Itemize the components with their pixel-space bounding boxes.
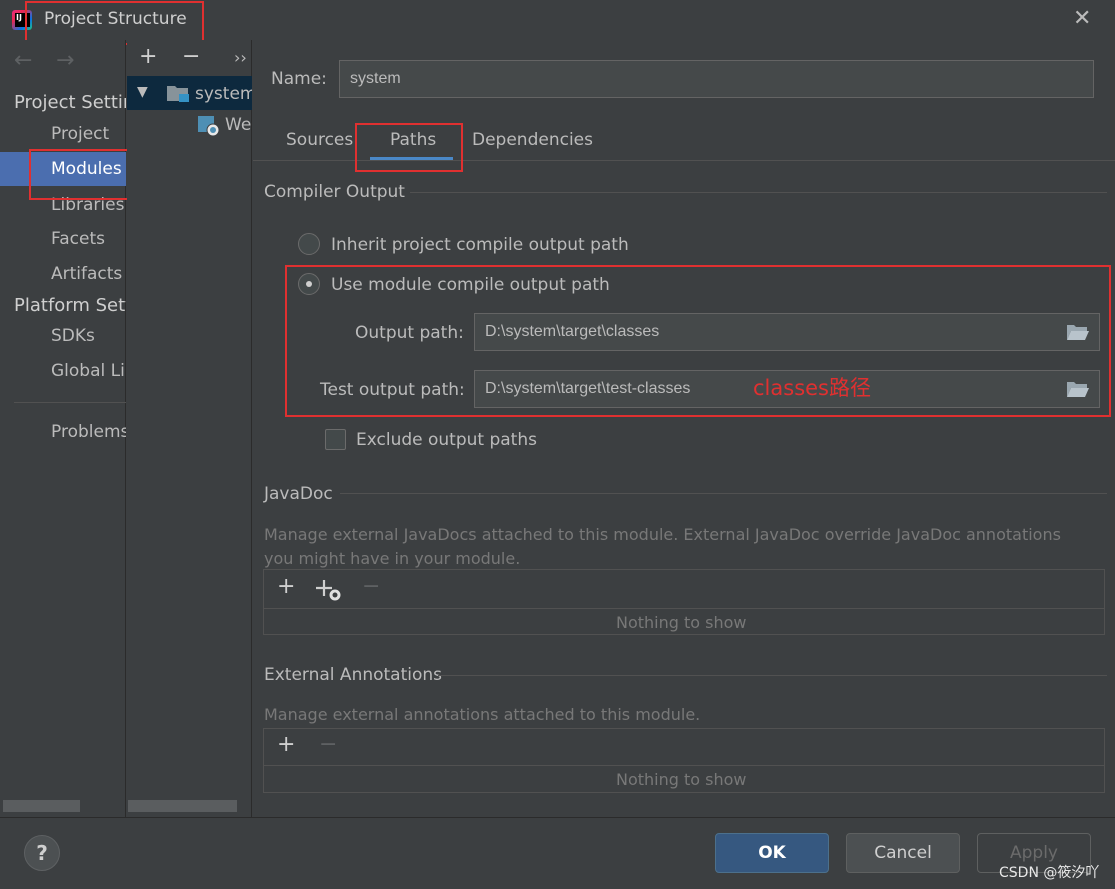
left-nav-scrollbar[interactable]	[3, 800, 80, 812]
compiler-output-separator	[410, 192, 1107, 193]
tab-sources[interactable]: Sources	[286, 130, 353, 150]
external-annotations-separator	[438, 675, 1107, 676]
platform-settings-header: Platform Settings	[14, 295, 126, 316]
remove-annotation-button[interactable]: −	[319, 732, 337, 757]
more-actions-icon[interactable]: ››	[234, 48, 247, 67]
back-arrow-icon[interactable]: ←	[14, 48, 32, 73]
compiler-output-title: Compiler Output	[264, 182, 405, 202]
javadoc-title: JavaDoc	[264, 484, 333, 504]
nav-item-project[interactable]: Project	[0, 117, 126, 151]
nav-item-problems[interactable]: Problems	[0, 415, 126, 449]
javadoc-separator	[340, 493, 1107, 494]
external-annotations-title: External Annotations	[264, 665, 443, 685]
javadoc-empty-text: Nothing to show	[616, 613, 747, 632]
exclude-output-paths-label[interactable]: Exclude output paths	[356, 430, 537, 450]
csdn-watermark: CSDN @筱汐吖	[999, 865, 1100, 881]
add-javadoc-url-icon[interactable]	[316, 578, 342, 602]
annotation-box-paths-tab	[355, 123, 463, 172]
inherit-output-label[interactable]: Inherit project compile output path	[331, 235, 629, 255]
javadoc-description: Manage external JavaDocs attached to thi…	[264, 525, 1061, 568]
remove-javadoc-button[interactable]: −	[362, 574, 380, 599]
help-button[interactable]: ?	[24, 835, 60, 871]
tree-scrollbar[interactable]	[128, 800, 237, 812]
external-annotations-toolbar-divider	[264, 765, 1104, 766]
nav-item-sdks[interactable]: SDKs	[0, 319, 126, 353]
add-module-button[interactable]: +	[139, 44, 157, 69]
tab-dependencies[interactable]: Dependencies	[472, 130, 593, 150]
module-folder-icon	[167, 86, 189, 102]
project-settings-header: Project Settings	[14, 92, 126, 113]
ok-button[interactable]: OK	[715, 833, 829, 873]
add-javadoc-button[interactable]: +	[277, 574, 295, 599]
inherit-output-radio[interactable]	[298, 233, 320, 255]
close-icon[interactable]: ✕	[1073, 6, 1091, 31]
name-label: Name:	[271, 69, 327, 89]
annotation-box-output-paths	[285, 265, 1111, 417]
module-tree-panel	[127, 40, 252, 817]
tree-item-system-label: system	[195, 84, 252, 104]
expand-arrow-icon[interactable]: ▼	[137, 84, 148, 100]
tree-item-web-label: Web	[225, 115, 252, 135]
exclude-output-paths-checkbox[interactable]	[325, 429, 346, 450]
cancel-button[interactable]: Cancel	[846, 833, 960, 873]
external-annotations-empty-text: Nothing to show	[616, 770, 747, 789]
nav-divider	[14, 402, 126, 403]
forward-arrow-icon[interactable]: →	[56, 48, 74, 73]
nav-item-global-libraries[interactable]: Global Libraries	[0, 354, 126, 388]
nav-item-artifacts[interactable]: Artifacts	[0, 257, 126, 291]
javadoc-toolbar-divider	[264, 608, 1104, 609]
module-name-field[interactable]	[339, 60, 1094, 98]
add-annotation-button[interactable]: +	[277, 732, 295, 757]
remove-module-button[interactable]: −	[182, 44, 200, 69]
annotation-box-title	[25, 1, 204, 45]
web-facet-icon	[198, 116, 220, 137]
external-annotations-description: Manage external annotations attached to …	[264, 705, 701, 724]
nav-item-facets[interactable]: Facets	[0, 222, 126, 256]
